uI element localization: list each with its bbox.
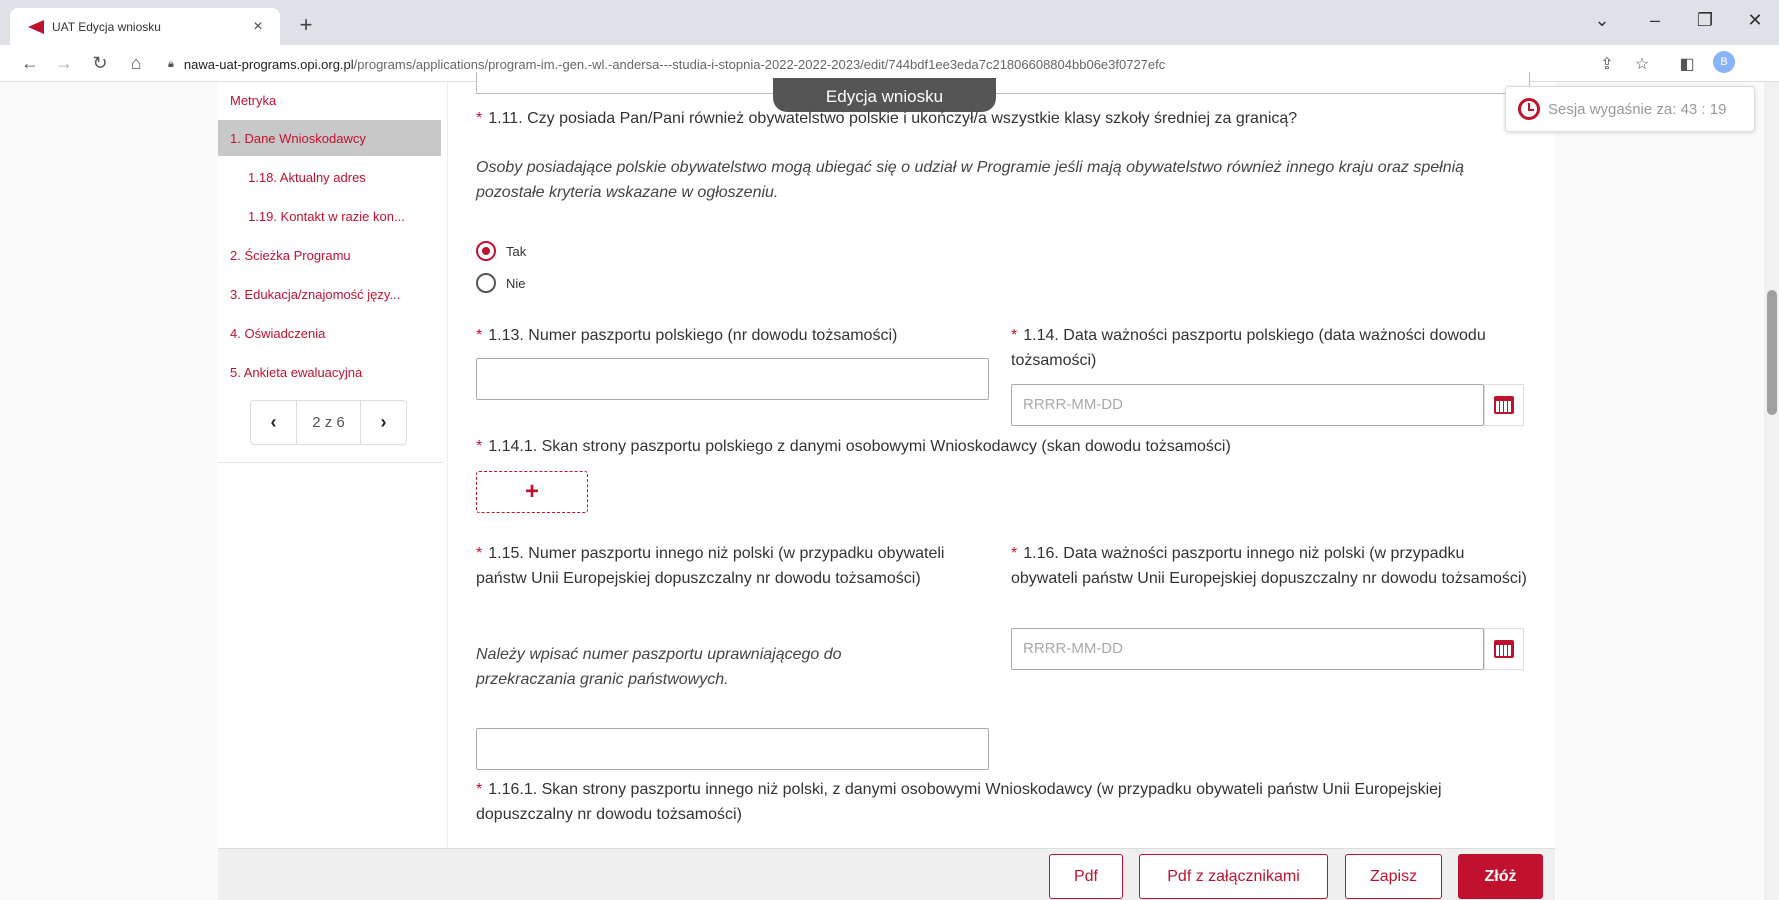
sidebar-item-oswiadczenia[interactable]: 4. Oświadczenia	[218, 315, 441, 351]
sidebar-item-ankieta[interactable]: 5. Ankieta ewaluacyjna	[218, 354, 441, 390]
radio-nie[interactable]: Nie	[476, 273, 526, 293]
q113-label: * 1.13. Numer paszportu polskiego (nr dow…	[476, 327, 898, 344]
browser-tab[interactable]: UAT Edycja wniosku ×	[10, 8, 280, 45]
tab-title: UAT Edycja wniosku	[52, 19, 161, 34]
q1141-label: * 1.14.1. Skan strony paszportu polskiego…	[476, 438, 1231, 455]
save-button[interactable]: Zapisz	[1345, 854, 1442, 899]
browser-tab-bar: UAT Edycja wniosku × + ⌄ – ❐ ✕	[0, 0, 1779, 45]
home-icon[interactable]: ⌂	[124, 53, 148, 74]
back-arrow-icon[interactable]: ←	[18, 53, 42, 74]
q1161-label: * 1.16.1. Skan strony paszportu innego ni…	[476, 781, 1442, 823]
session-timer: Sesja wygaśnie za: 43 : 19	[1505, 86, 1755, 132]
site-favicon-icon	[28, 19, 44, 34]
minimize-icon[interactable]: –	[1640, 10, 1670, 31]
calendar-button-q114[interactable]	[1484, 384, 1524, 426]
passport-pl-expiry-input[interactable]: RRRR-MM-DD	[1011, 384, 1484, 426]
section-sidebar: Metryka 1. Dane Wnioskodawcy 1.18. Aktua…	[218, 82, 448, 848]
sidebar-item-sciezka-programu[interactable]: 2. Ścieżka Programu	[218, 237, 441, 273]
q115-label-text: 1.15. Numer paszportu innego niż polski …	[476, 545, 945, 587]
calendar-icon	[1494, 640, 1514, 658]
clock-icon	[1518, 98, 1540, 120]
scrollbar-thumb[interactable]	[1767, 290, 1777, 415]
plus-icon: +	[524, 478, 539, 505]
q111-label: * 1.11. Czy posiada Pan/Pani również obyw…	[476, 110, 1298, 127]
radio-nie-label: Nie	[506, 275, 526, 291]
q115-label: * 1.15. Numer paszportu innego niż polski…	[476, 545, 945, 587]
sidebar-item-metryka[interactable]: Metryka	[218, 82, 441, 118]
calendar-button-q116[interactable]	[1484, 628, 1524, 670]
pdf-button[interactable]: Pdf	[1049, 854, 1123, 899]
upload-passport-pl-button[interactable]: +	[476, 471, 588, 513]
lock-icon: 🔒︎	[168, 57, 174, 70]
tab-search-icon[interactable]: ⌄	[1587, 10, 1617, 31]
q1161-label-text: 1.16.1. Skan strony paszportu innego niż…	[476, 781, 1442, 823]
reload-icon[interactable]: ↻	[88, 53, 112, 74]
radio-tak-circle[interactable]	[476, 241, 496, 261]
chevron-left-icon[interactable]: ‹	[251, 401, 296, 444]
q116-label: * 1.16. Data ważności paszportu innego ni…	[1011, 545, 1527, 587]
star-icon[interactable]: ☆	[1630, 54, 1654, 74]
pdf-attachments-button[interactable]: Pdf z załącznikami	[1139, 854, 1328, 899]
sidebar-icon[interactable]: ◧	[1675, 54, 1699, 74]
q113-label-text: 1.13. Numer paszportu polskiego (nr dowo…	[488, 327, 898, 344]
sidebar-item-dane-wnioskodawcy[interactable]: 1. Dane Wnioskodawcy	[218, 120, 441, 156]
q114-label: * 1.14. Data ważności paszportu polskiego…	[1011, 327, 1486, 369]
pager-info: 2 z 6	[296, 401, 361, 444]
q111-hint: Osoby posiadające polskie obywatelstwo m…	[476, 159, 1465, 201]
calendar-icon	[1494, 396, 1514, 414]
sidebar-item-aktualny-adres[interactable]: 1.18. Aktualny adres	[218, 159, 441, 195]
radio-tak[interactable]: Tak	[476, 241, 526, 261]
url-host: nawa-uat-programs.opi.org.pl	[183, 56, 354, 72]
profile-avatar[interactable]: B	[1713, 51, 1735, 73]
radio-nie-circle[interactable]	[476, 273, 496, 293]
sidebar-divider	[218, 462, 443, 463]
q116-label-text: 1.16. Data ważności paszportu innego niż…	[1011, 545, 1527, 587]
chevron-right-icon[interactable]: ›	[361, 401, 406, 444]
page-scrollbar[interactable]	[1764, 82, 1779, 900]
sidebar-item-kontakt[interactable]: 1.19. Kontakt w razie kon...	[218, 198, 441, 234]
new-tab-button[interactable]: +	[294, 12, 318, 38]
previous-field-input[interactable]	[476, 72, 1530, 94]
q115-hint: Należy wpisać numer paszportu uprawniają…	[476, 646, 842, 688]
q114-label-text: 1.14. Data ważności paszportu polskiego …	[1011, 327, 1486, 369]
section-pager: ‹ 2 z 6 ›	[250, 400, 407, 445]
url-path: /programs/applications/program-im.-gen.-…	[353, 56, 1166, 72]
passport-other-number-input[interactable]	[476, 728, 989, 770]
sidebar-item-edukacja[interactable]: 3. Edukacja/znajomość języ...	[218, 276, 441, 312]
tab-close-icon[interactable]: ×	[248, 18, 268, 36]
forward-arrow-icon[interactable]: →	[52, 53, 76, 74]
session-timer-text: Sesja wygaśnie za: 43 : 19	[1548, 100, 1727, 118]
q111-label-text: 1.11. Czy posiada Pan/Pani również obywa…	[488, 110, 1298, 127]
q1141-label-text: 1.14.1. Skan strony paszportu polskiego …	[488, 438, 1231, 455]
restore-icon[interactable]: ❐	[1690, 10, 1720, 31]
share-icon[interactable]: ⇪	[1595, 54, 1619, 74]
passport-pl-number-input[interactable]	[476, 358, 989, 400]
passport-other-expiry-input[interactable]: RRRR-MM-DD	[1011, 628, 1484, 670]
submit-button[interactable]: Złóż	[1458, 854, 1543, 899]
radio-tak-label: Tak	[506, 243, 527, 259]
close-window-icon[interactable]: ✕	[1740, 10, 1770, 31]
